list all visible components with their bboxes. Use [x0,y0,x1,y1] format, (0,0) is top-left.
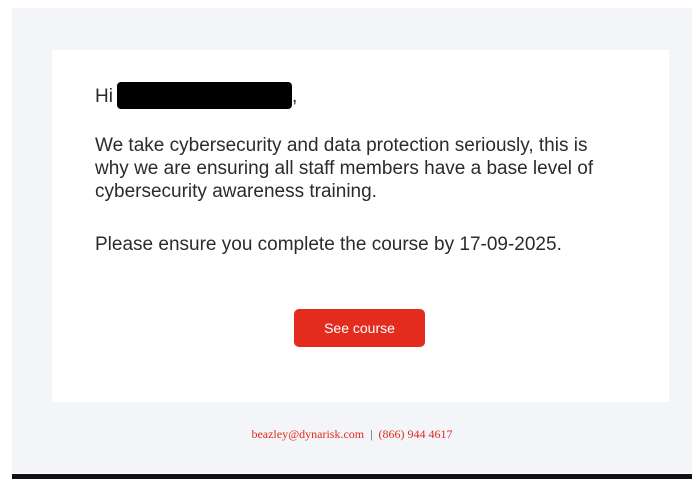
bottom-divider [12,474,692,479]
see-course-button[interactable]: See course [294,309,425,347]
footer-email-link[interactable]: beazley@dynarisk.com [251,427,364,441]
email-card: Hi, We take cybersecurity and data prote… [52,50,669,402]
greeting-suffix: , [291,86,298,107]
intro-paragraph: We take cybersecurity and data protectio… [95,135,594,202]
greeting: Hi, [95,82,297,109]
redacted-recipient-name [116,82,292,109]
deadline-paragraph: Please ensure you complete the course by… [95,234,562,255]
greeting-prefix: Hi [95,86,113,107]
footer-separator: | [370,427,373,441]
footer-phone-link[interactable]: (866) 944 4617 [379,427,453,441]
email-footer: beazley@dynarisk.com | (866) 944 4617 [12,427,692,442]
